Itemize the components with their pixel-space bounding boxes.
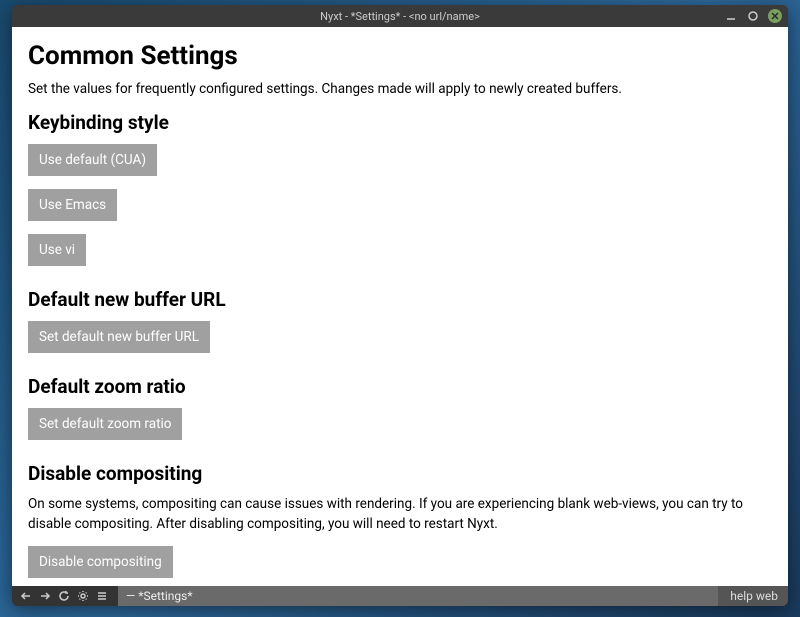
app-window: Nyxt - *Settings* - <no url/name> Common… [12, 5, 788, 606]
content-area: Common Settings Set the values for frequ… [12, 27, 788, 586]
status-buffer-label: — *Settings* [126, 589, 193, 603]
status-modes[interactable]: help web [718, 586, 788, 606]
reload-icon[interactable] [58, 590, 70, 602]
set-default-new-buffer-url-button[interactable]: Set default new buffer URL [28, 321, 210, 353]
forward-icon[interactable] [39, 590, 51, 602]
minimize-icon[interactable] [724, 9, 738, 23]
titlebar-controls [724, 9, 782, 23]
compositing-description: On some systems, compositing can cause i… [28, 495, 772, 534]
compositing-heading: Disable compositing [28, 462, 772, 485]
status-modes-label: help web [730, 589, 778, 603]
gear-icon[interactable] [77, 590, 89, 602]
window-title: Nyxt - *Settings* - <no url/name> [320, 10, 480, 23]
close-icon[interactable] [768, 9, 782, 23]
zoom-ratio-heading: Default zoom ratio [28, 375, 772, 398]
set-default-zoom-ratio-button[interactable]: Set default zoom ratio [28, 408, 182, 440]
use-default-cua-button[interactable]: Use default (CUA) [28, 144, 157, 176]
statusbar: — *Settings* help web [12, 586, 788, 606]
disable-compositing-button[interactable]: Disable compositing [28, 546, 173, 578]
titlebar: Nyxt - *Settings* - <no url/name> [12, 5, 788, 27]
page-description: Set the values for frequently configured… [28, 81, 772, 97]
use-emacs-button[interactable]: Use Emacs [28, 189, 117, 221]
back-icon[interactable] [20, 590, 32, 602]
status-buffer[interactable]: — *Settings* [118, 586, 718, 606]
keybinding-heading: Keybinding style [28, 111, 772, 134]
status-nav-controls [12, 586, 118, 606]
use-vi-button[interactable]: Use vi [28, 234, 86, 266]
new-buffer-url-heading: Default new buffer URL [28, 288, 772, 311]
menu-icon[interactable] [96, 590, 108, 602]
maximize-icon[interactable] [746, 9, 760, 23]
page-title: Common Settings [28, 41, 772, 71]
